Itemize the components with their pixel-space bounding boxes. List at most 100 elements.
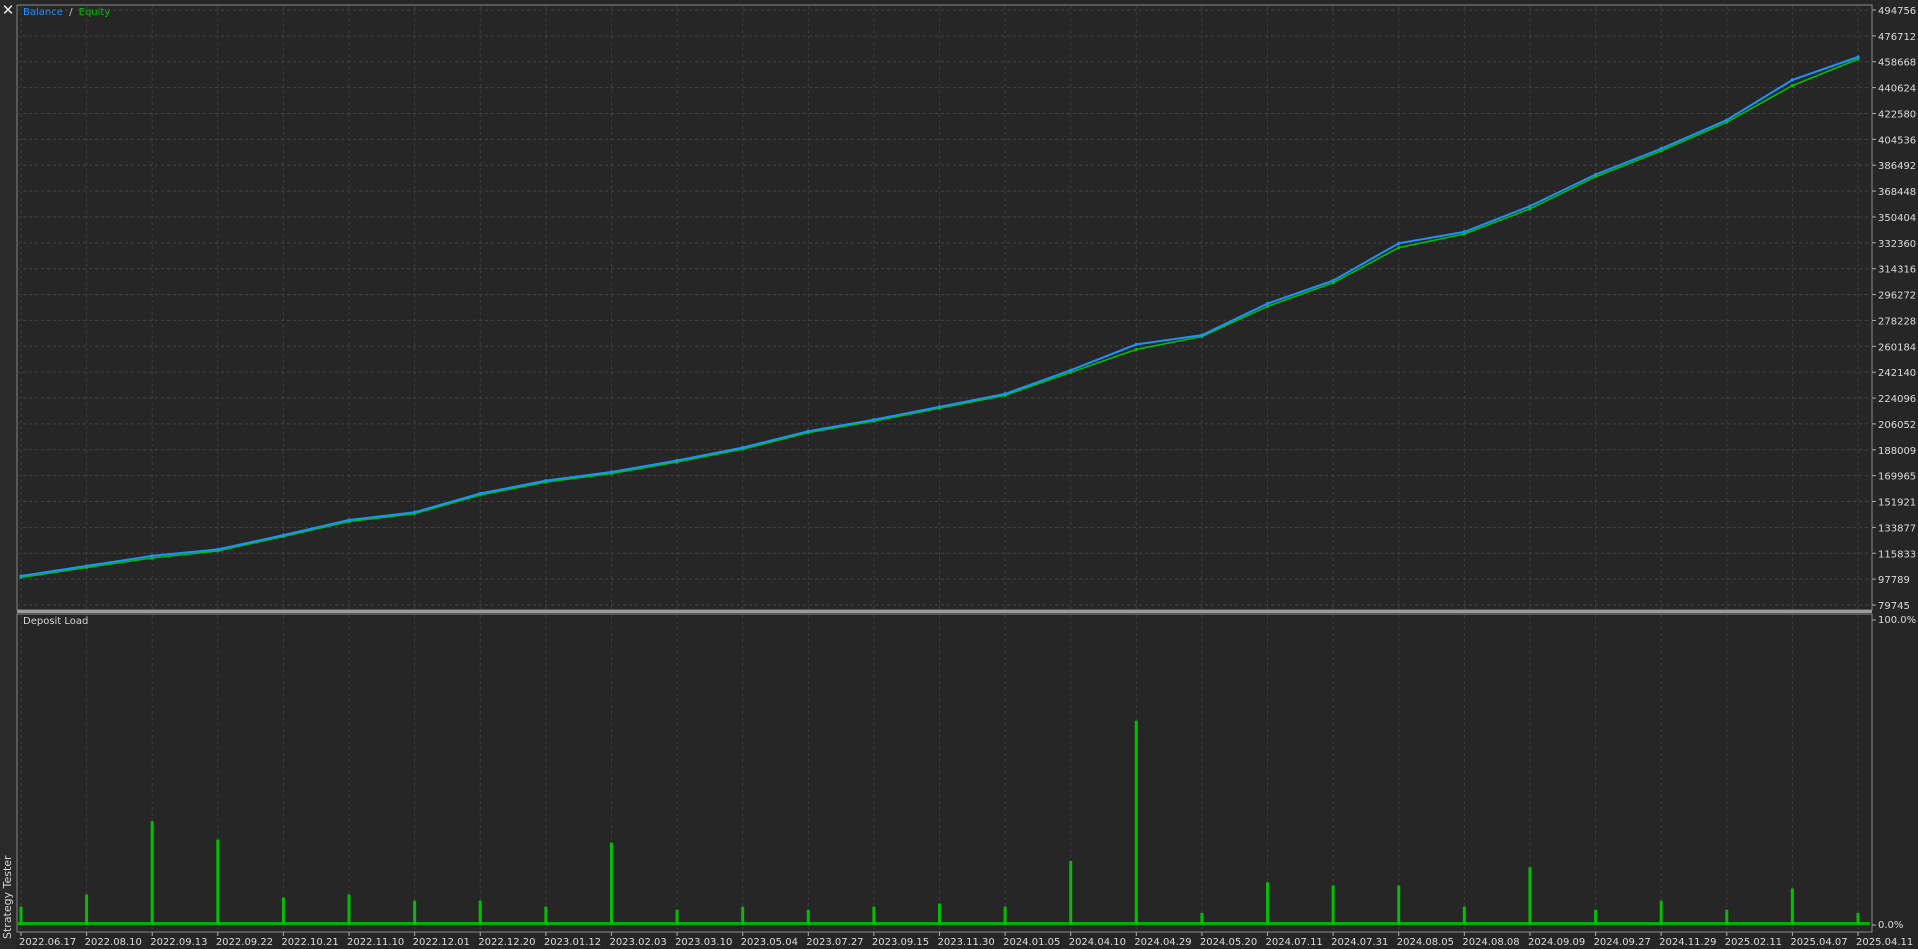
deposit-load-bar: [1134, 720, 1138, 925]
deposit-load-bar: [675, 909, 679, 925]
y-tick-label: 278228: [1878, 316, 1916, 327]
chart-canvas[interactable]: 494756 476712 458668 440624 422580 404536 3864…: [16, 0, 1918, 949]
deposit-load-bar: [1594, 909, 1598, 925]
x-tick-label: 2023.09.15: [872, 937, 929, 948]
balance-point: [872, 418, 876, 422]
x-tick-label: 2022.12.01: [413, 937, 470, 948]
deposit-load-baseline: [18, 922, 1870, 925]
deposit-load-bar: [1069, 860, 1073, 925]
balance-point: [1528, 204, 1532, 208]
legend-balance: Balance: [23, 7, 63, 18]
x-tick-label: 2024.01.05: [1003, 937, 1060, 948]
y-tick-label: 224096: [1878, 394, 1916, 405]
x-tick-label: 2022.09.13: [150, 937, 207, 948]
deposit-load-bar: [1200, 912, 1204, 925]
y-tick-label: 115833: [1878, 549, 1916, 560]
balance-point: [1593, 172, 1598, 177]
deposit-load-bar: [1790, 888, 1794, 925]
main-grid: [17, 6, 1872, 609]
deposit-load-bar: [609, 842, 613, 925]
deposit-load-bar: [1659, 900, 1663, 925]
balance-point: [1134, 342, 1138, 347]
balance-point: [19, 574, 23, 578]
balance-point: [1462, 230, 1466, 234]
y-tick-label: 133877: [1878, 523, 1916, 534]
sub-y-axis: 100.0% 0.0%: [1872, 615, 1916, 931]
deposit-load-bar: [19, 906, 23, 925]
chart-legend: Balance / Equity: [23, 7, 110, 18]
balance-point: [1659, 147, 1663, 151]
balance-point: [675, 458, 679, 463]
x-tick-label: 2023.02.03: [609, 937, 666, 948]
balance-equity-panel: [16, 4, 1873, 611]
y-tick-label: 314316: [1878, 265, 1916, 276]
balance-point: [1200, 333, 1204, 337]
x-tick-label: 2024.09.27: [1594, 937, 1651, 948]
y-tick-label: 458668: [1878, 58, 1916, 69]
x-tick-label: 2023.03.10: [675, 937, 732, 948]
y-tick-label: 79745: [1878, 601, 1910, 612]
balance-point: [150, 554, 154, 558]
deposit-load-bar: [1856, 912, 1860, 925]
deposit-load-bar: [150, 821, 154, 925]
y-tick-label: 0.0%: [1878, 920, 1903, 931]
y-tick-label: 404536: [1878, 135, 1916, 146]
deposit-load-bars: [19, 720, 1860, 925]
y-tick-label: 260184: [1878, 342, 1916, 353]
deposit-load-bar: [413, 900, 417, 925]
deposit-load-bar: [1397, 885, 1401, 925]
x-tick-label: 2023.05.04: [741, 937, 798, 948]
deposit-load-bar: [544, 906, 548, 925]
x-tick-label: 2023.01.12: [544, 937, 601, 948]
y-tick-label: 206052: [1878, 420, 1916, 431]
chart-area[interactable]: 494756 476712 458668 440624 422580 404536 3864…: [16, 0, 1918, 949]
deposit-load-bar: [1528, 867, 1532, 925]
deposit-load-bar: [872, 906, 876, 925]
balance-point: [1265, 301, 1270, 306]
deposit-load-bar: [1266, 882, 1270, 925]
deposit-load-bar: [216, 839, 220, 925]
deposit-load-bar: [478, 900, 482, 925]
deposit-load-bar: [938, 903, 941, 925]
deposit-load-bar: [347, 894, 351, 925]
x-tick-label: 2022.08.10: [85, 937, 142, 948]
y-tick-label: 169965: [1878, 472, 1916, 483]
balance-point: [85, 564, 89, 568]
y-tick-label: 242140: [1878, 368, 1916, 379]
balance-point: [937, 405, 942, 409]
y-tick-label: 100.0%: [1878, 615, 1916, 626]
x-tick-label: 2023.07.27: [806, 937, 863, 948]
balance-point: [544, 479, 548, 483]
deposit-load-bar: [1003, 906, 1007, 925]
balance-point: [1397, 241, 1401, 245]
side-panel-title: Strategy Tester: [1, 855, 14, 939]
balance-point: [806, 429, 810, 433]
equity-point: [1790, 84, 1794, 88]
y-tick-label: 422580: [1878, 109, 1916, 120]
balance-point: [609, 470, 614, 474]
sub-grid: [18, 615, 1870, 931]
x-tick-label: 2022.06.17: [19, 937, 76, 948]
balance-point: [478, 491, 482, 496]
balance-point: [1003, 392, 1007, 396]
equity-point: [1134, 347, 1138, 352]
panel-splitter[interactable]: [17, 610, 1872, 613]
x-tick-label: 2024.04.10: [1069, 937, 1126, 948]
y-tick-label: 440624: [1878, 84, 1916, 95]
y-tick-label: 188009: [1878, 446, 1916, 457]
x-tick-label: 2022.09.22: [216, 937, 273, 948]
balance-point: [1856, 55, 1860, 59]
x-tick-label: 2024.08.08: [1462, 937, 1519, 948]
close-icon[interactable]: ✕: [0, 0, 16, 20]
x-axis: 2022.06.17 2022.08.10 2022.09.13 2022.09.22…: [19, 932, 1913, 948]
x-tick-label: 2024.07.31: [1331, 937, 1388, 948]
deposit-load-bar: [1725, 909, 1729, 925]
deposit-load-title: Deposit Load: [23, 616, 88, 627]
x-tick-label: 2022.10.21: [281, 937, 338, 948]
legend-equity: Equity: [79, 7, 111, 18]
balance-point: [741, 446, 745, 450]
y-tick-label: 350404: [1878, 213, 1916, 224]
x-tick-label: 2023.11.30: [938, 937, 995, 948]
equity-point: [1528, 207, 1532, 211]
deposit-load-bar: [741, 906, 745, 925]
